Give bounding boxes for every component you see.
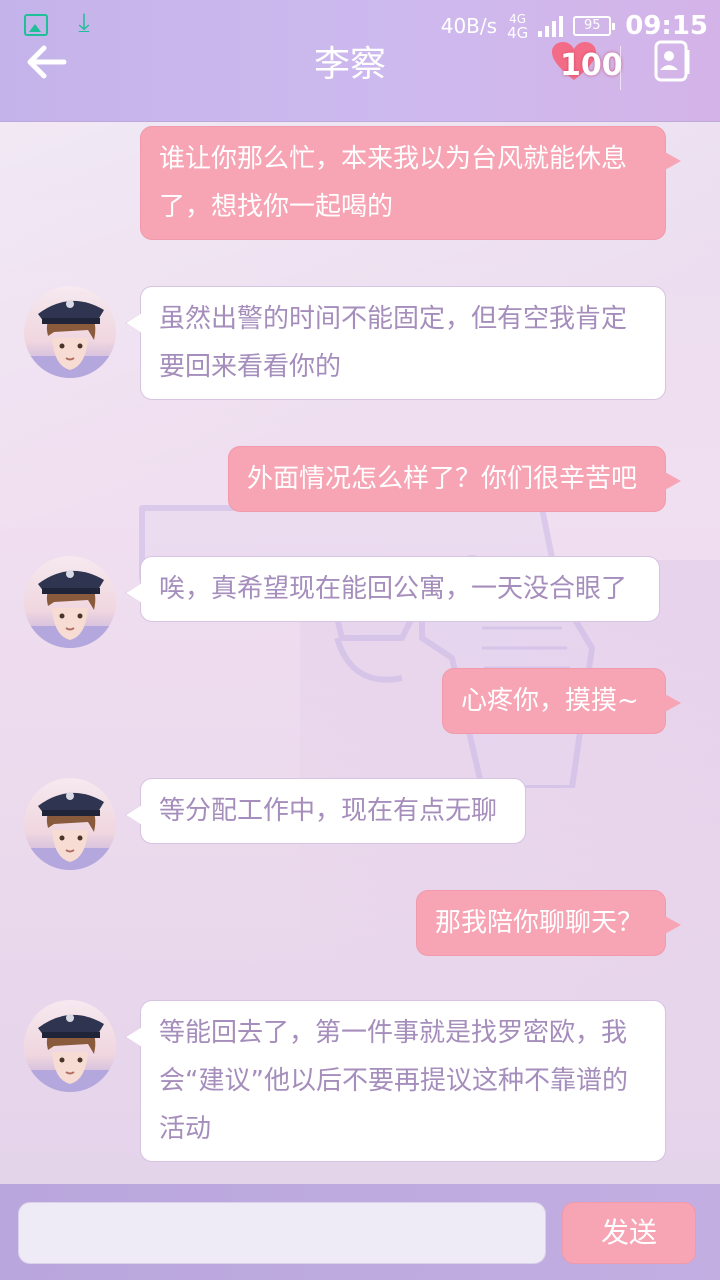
- message-input[interactable]: [18, 1202, 546, 1264]
- message-bubble[interactable]: 外面情况怎么样了？你们很辛苦吧: [228, 446, 681, 512]
- header-divider: [620, 46, 621, 90]
- affection-value: 100: [560, 48, 623, 83]
- network-type: 4G 4G: [507, 12, 529, 42]
- network-type-bottom: 4G: [507, 24, 529, 42]
- message-bubble[interactable]: 等能回去了，第一件事就是找罗密欧，我会“建议”他以后不要再提议这种不靠谱的活动: [125, 1000, 666, 1162]
- avatar[interactable]: [24, 1000, 116, 1092]
- contact-card-button[interactable]: [652, 40, 692, 84]
- chat-title: 李察: [313, 44, 386, 85]
- network-speed: 40B/s: [440, 14, 498, 38]
- message-bubble[interactable]: 那我陪你聊聊天？: [416, 890, 681, 956]
- affection-meter[interactable]: 100: [548, 40, 623, 88]
- avatar[interactable]: [24, 556, 116, 648]
- message-bubble[interactable]: 谁让你那么忙，本来我以为台风就能休息了，想找你一起喝的: [140, 126, 681, 240]
- back-arrow-icon: [27, 45, 67, 79]
- image-icon: [24, 14, 48, 36]
- status-right: 40B/s 4G 4G 95 09:15: [441, 8, 708, 44]
- signal-icon: [538, 15, 564, 37]
- chat-list[interactable]: 谁让你那么忙，本来我以为台风就能休息了，想找你一起喝的 虽然出警的时间不能固定，…: [0, 122, 720, 1184]
- send-button[interactable]: 发送: [562, 1202, 696, 1264]
- message-bubble[interactable]: 唉，真希望现在能回公寓，一天没合眼了: [125, 556, 660, 622]
- police-avatar-icon: [24, 1014, 116, 1092]
- police-avatar-icon: [24, 792, 116, 870]
- back-button[interactable]: [24, 42, 72, 82]
- avatar[interactable]: [24, 778, 116, 870]
- message-input-bar: 发送: [0, 1184, 720, 1280]
- message-bubble[interactable]: 心疼你，摸摸~: [442, 668, 681, 734]
- battery-icon: 95: [573, 16, 616, 36]
- police-avatar-icon: [24, 300, 116, 378]
- message-bubble[interactable]: 虽然出警的时间不能固定，但有空我肯定要回来看看你的: [125, 286, 666, 400]
- clock: 09:15: [625, 11, 708, 41]
- contact-card-icon: [654, 40, 690, 82]
- download-icon: ⤓: [78, 8, 90, 38]
- message-bubble[interactable]: 等分配工作中，现在有点无聊: [125, 778, 526, 844]
- avatar[interactable]: [24, 286, 116, 378]
- police-avatar-icon: [24, 570, 116, 648]
